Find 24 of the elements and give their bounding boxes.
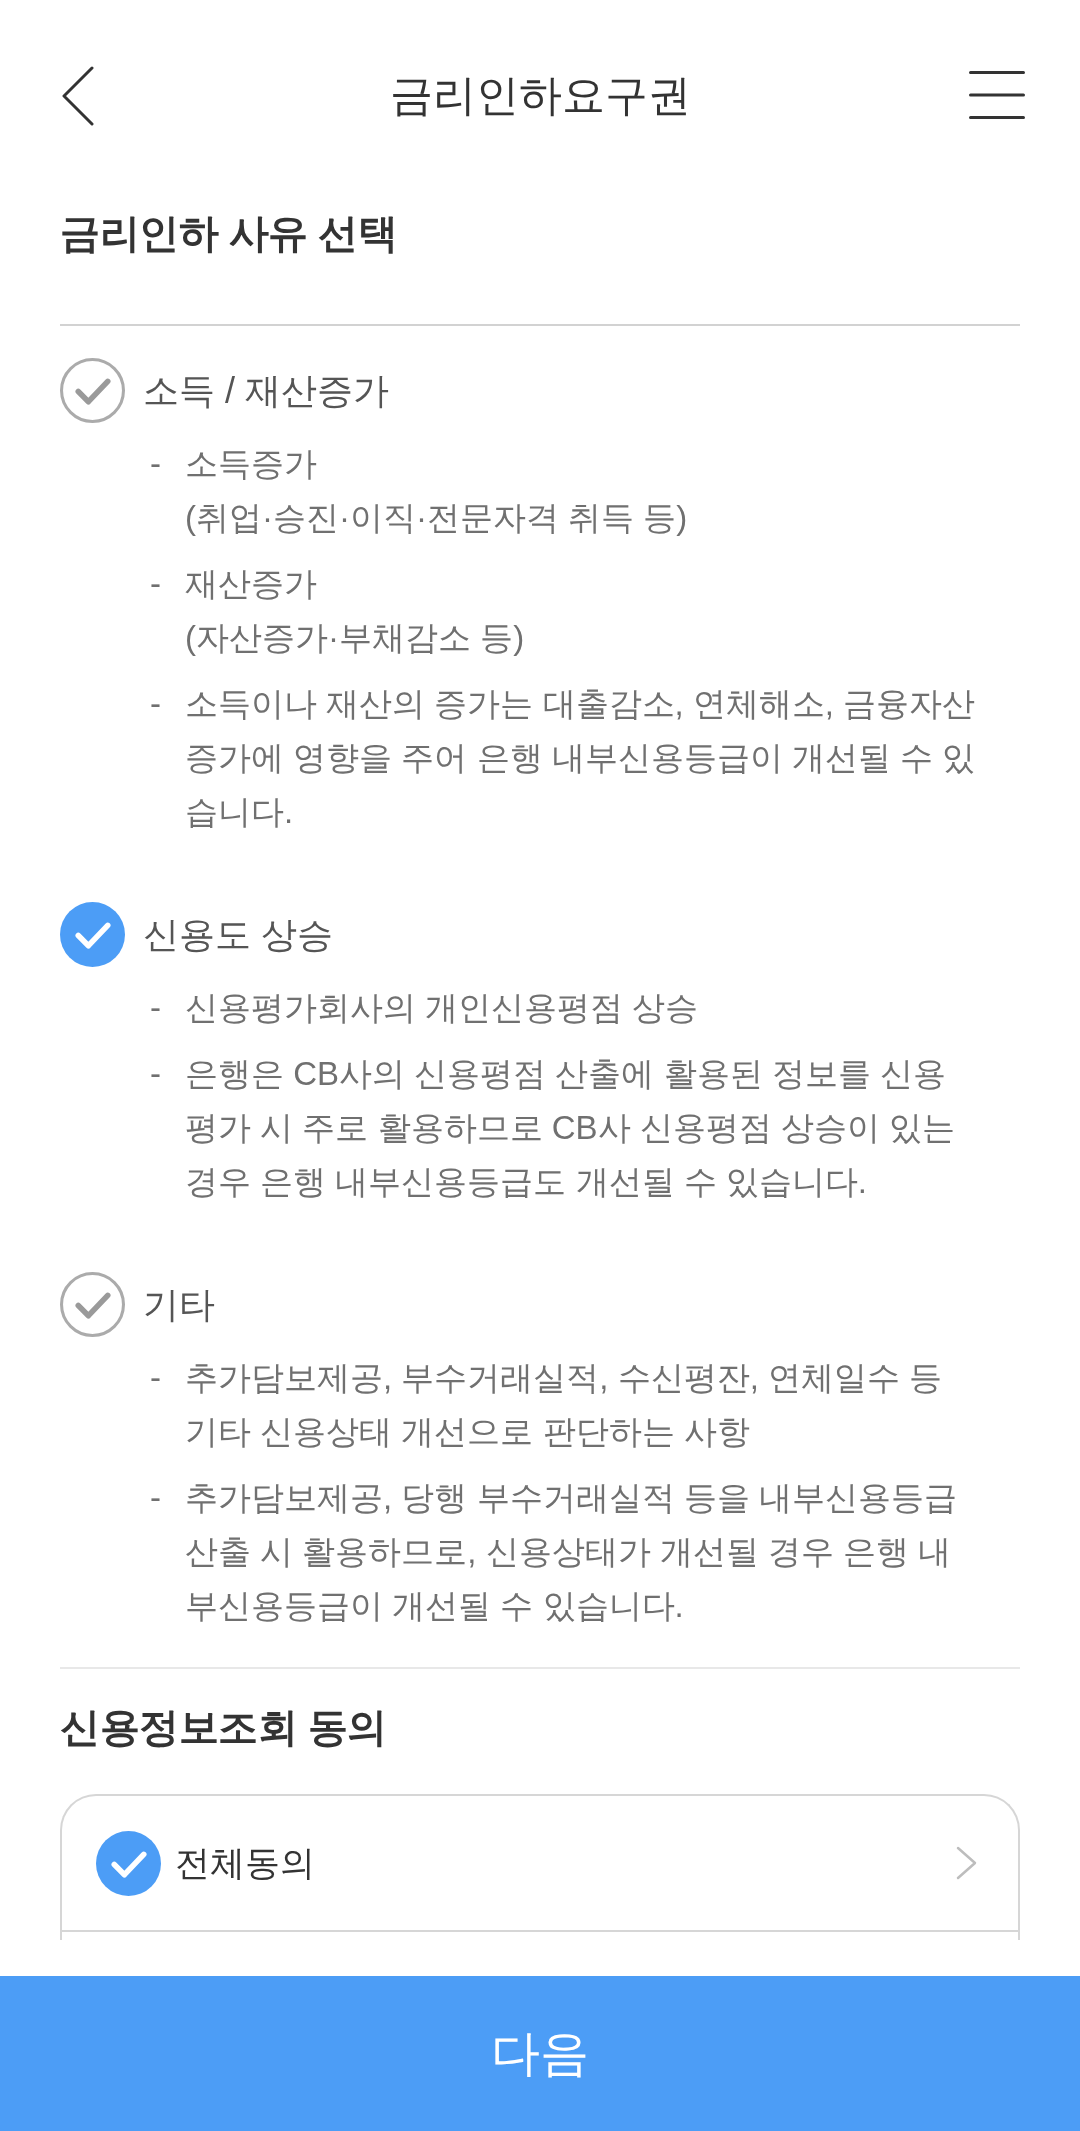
detail-text: 소득이나 재산의 증가는 대출감소, 연체해소, 금융자산 증가에 영향을 주어 은행 내부신용등급이 개선될 수 있습니다. bbox=[185, 684, 977, 832]
list-marker: - bbox=[150, 1358, 162, 1398]
section-title: 금리인하 사유 선택 bbox=[60, 210, 399, 257]
reason-option[interactable]: 기타 bbox=[60, 1272, 215, 1337]
detail-text: 재산증가 (자산증가·부채감소 등) bbox=[185, 564, 526, 658]
reason-option[interactable]: 신용도 상승 bbox=[60, 902, 333, 967]
list-marker: - bbox=[150, 988, 162, 1028]
detail-text: 소득증가 (취업·승진·이직·전문자격 취득 등) bbox=[185, 444, 689, 538]
detail-text: 추가담보제공, 부수거래실적, 수신평잔, 연체일수 등 기타 신용상태 개선으로 판단하는 사항 bbox=[185, 1358, 944, 1452]
section-title: 신용정보조회 동의 bbox=[60, 1704, 388, 1751]
chevron-right-icon bbox=[956, 1846, 978, 1880]
list-marker: - bbox=[150, 1054, 162, 1094]
agree-all-row[interactable]: 전체동의 bbox=[62, 1796, 1018, 1932]
list-marker: - bbox=[150, 444, 162, 484]
list-marker: - bbox=[150, 684, 162, 724]
list-marker: - bbox=[150, 564, 162, 604]
reason-option[interactable]: 소득 / 재산증가 bbox=[60, 358, 389, 423]
page-title: 금리인하요구권 bbox=[389, 69, 691, 121]
back-chevron-icon bbox=[62, 66, 94, 126]
list-marker: - bbox=[150, 1478, 162, 1518]
menu-icon bbox=[969, 71, 1025, 119]
detail-text: 은행은 CB사의 신용평점 산출에 활용된 정보를 신용평가 시 주로 활용하므로 CB사 신용평점 상승이 있는 경우 은행 내부신용등급도 개선될 수 있습니다. bbox=[185, 1054, 957, 1202]
detail-text: 신용평가회사의 개인신용평점 상승 bbox=[185, 988, 700, 1028]
detail-text: 추가담보제공, 당행 부수거래실적 등을 내부신용등급 산출 시 활용하므로, 신용상태가 개선될 경우 은행 내부신용등급이 개선될 수 있습니다. bbox=[185, 1478, 958, 1626]
